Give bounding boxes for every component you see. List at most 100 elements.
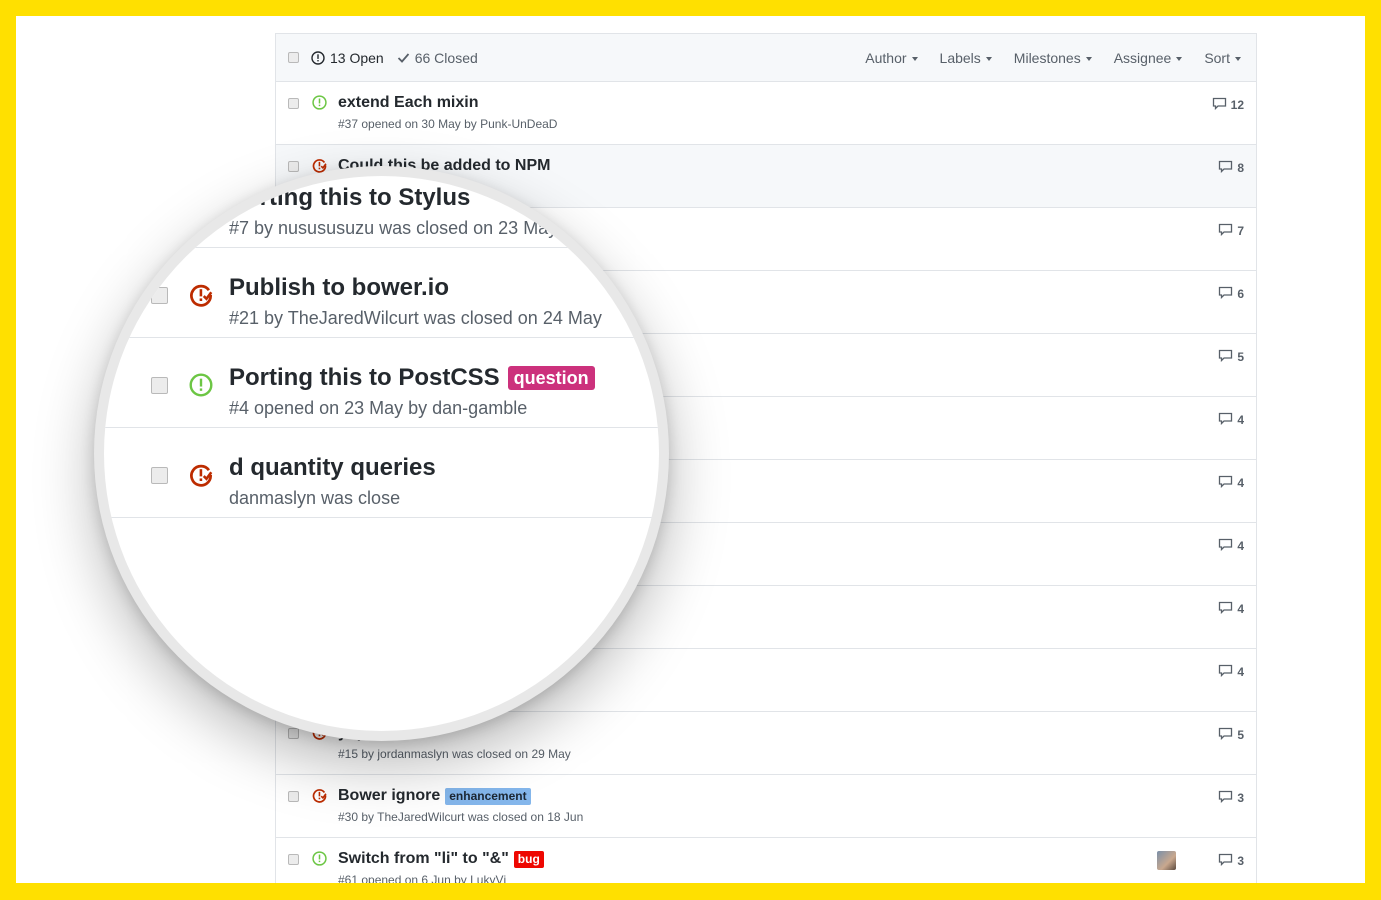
- comment-count-value: 6: [1237, 287, 1244, 301]
- issue-checkbox[interactable]: [288, 854, 299, 865]
- issue-opened-icon: [312, 851, 327, 871]
- select-all-checkbox[interactable]: [288, 52, 299, 63]
- comment-icon: [1218, 223, 1233, 239]
- milestones-filter[interactable]: Milestones: [1014, 50, 1092, 66]
- issue-checkbox[interactable]: [151, 377, 168, 394]
- closed-count: 66 Closed: [414, 49, 478, 66]
- issue-closed-icon: [189, 463, 213, 492]
- issue-label[interactable]: bug: [513, 850, 544, 868]
- magnifier-view: ite testsenhancement#38 by HugoGiraudel …: [104, 176, 659, 731]
- issue-closed-icon: [189, 283, 213, 312]
- closed-filter[interactable]: 66 Closed: [397, 50, 478, 66]
- comment-count[interactable]: 3: [1218, 790, 1244, 806]
- issue-row: extend Each mixin #37 opened on 30 May by…: [276, 82, 1256, 145]
- magnified-issue-row: Publish to bower.io #21 by TheJaredWilcur…: [104, 248, 659, 338]
- magnified-issue-row: Porting this to PostCSS question #4 opened…: [104, 338, 659, 428]
- comment-icon: [1218, 349, 1233, 365]
- comment-count[interactable]: 6: [1218, 286, 1244, 302]
- issue-title-line: Porting this to Stylus: [229, 184, 470, 212]
- comment-count-value: 4: [1237, 602, 1244, 616]
- issue-opened-icon: [312, 95, 327, 115]
- comment-count[interactable]: 3: [1218, 853, 1244, 869]
- magnified-issue-row: Porting this to Stylus #7 by nusususuzu w…: [104, 176, 659, 248]
- assignee-filter[interactable]: Assignee: [1114, 50, 1183, 66]
- magnifier-lens: ite testsenhancement#38 by HugoGiraudel …: [94, 166, 669, 741]
- issue-meta: #30 by TheJaredWilcurt was closed on 18 …: [338, 810, 584, 824]
- comment-icon: [1218, 412, 1233, 428]
- comment-count-value: 4: [1237, 413, 1244, 427]
- assignee-avatar[interactable]: [1157, 851, 1176, 870]
- comment-icon: [1218, 160, 1233, 176]
- open-filter[interactable]: 13 Open: [311, 50, 384, 66]
- comment-count-value: 4: [1237, 665, 1244, 679]
- issue-title-line: Switch from "li" to "&" bug: [338, 850, 544, 868]
- comment-count-value: 3: [1237, 854, 1244, 868]
- filter-menus: Author Labels Milestones Assignee Sort: [865, 50, 1241, 66]
- issue-title-line: d quantity queries: [229, 454, 436, 482]
- issue-title-line: extend Each mixin: [338, 94, 479, 112]
- issue-title-line: Porting this to PostCSS question: [229, 364, 595, 392]
- comment-count[interactable]: 4: [1218, 475, 1244, 491]
- magnified-issue-row: d quantity queries danmaslyn was close: [104, 428, 659, 518]
- issue-label[interactable]: enhancement: [445, 787, 531, 805]
- issue-meta: #37 opened on 30 May by Punk-UnDeaD: [338, 117, 558, 131]
- comment-count[interactable]: 4: [1218, 538, 1244, 554]
- comment-icon: [1218, 853, 1233, 869]
- issue-row: Switch from "li" to "&" bug #61 opened on …: [276, 838, 1256, 883]
- sort-filter[interactable]: Sort: [1204, 50, 1241, 66]
- issue-title[interactable]: extend Each mixin: [338, 94, 479, 112]
- comment-icon: [1218, 286, 1233, 302]
- issue-title-line: Bower ignore enhancement: [338, 787, 531, 805]
- issue-title[interactable]: Publish to bower.io: [229, 274, 449, 302]
- issue-closed-icon: [312, 788, 327, 808]
- issue-meta: #7 by nusususuzu was closed on 23 May: [229, 218, 558, 238]
- issue-title[interactable]: Switch from "li" to "&": [338, 850, 509, 868]
- issue-title[interactable]: Porting this to PostCSS: [229, 364, 500, 392]
- issue-title[interactable]: d quantity queries: [229, 454, 436, 482]
- issues-header: 13 Open 66 Closed Author Labels Mileston…: [276, 34, 1256, 82]
- issue-label[interactable]: question: [507, 366, 595, 390]
- comment-count-value: 12: [1230, 98, 1244, 112]
- comment-count-value: 5: [1237, 350, 1244, 364]
- issue-title[interactable]: Porting this to Stylus: [229, 184, 470, 212]
- comment-count[interactable]: 4: [1218, 412, 1244, 428]
- comment-icon: [1218, 475, 1233, 491]
- comment-count-value: 8: [1237, 161, 1244, 175]
- comment-count-value: 4: [1237, 476, 1244, 490]
- author-filter[interactable]: Author: [865, 50, 917, 66]
- comment-icon: [1218, 601, 1233, 617]
- comment-icon: [1218, 664, 1233, 680]
- issue-meta: #4 opened on 23 May by dan-gamble: [229, 398, 528, 418]
- comment-count-value: 3: [1237, 791, 1244, 805]
- comment-count-value: 5: [1237, 728, 1244, 742]
- comment-count[interactable]: 12: [1212, 97, 1244, 113]
- labels-filter[interactable]: Labels: [940, 50, 992, 66]
- comment-icon: [1212, 97, 1227, 113]
- comment-icon: [1218, 538, 1233, 554]
- comment-count-value: 4: [1237, 539, 1244, 553]
- comment-icon: [1218, 790, 1233, 806]
- issue-checkbox[interactable]: [288, 98, 299, 109]
- open-count: 13 Open: [330, 49, 384, 66]
- issue-row: Bower ignore enhancement #30 by TheJaredWi…: [276, 775, 1256, 838]
- comment-count-value: 7: [1237, 224, 1244, 238]
- comment-count[interactable]: 7: [1218, 223, 1244, 239]
- issue-checkbox[interactable]: [151, 197, 168, 214]
- issue-title[interactable]: Bower ignore: [338, 787, 440, 805]
- issue-checkbox[interactable]: [288, 791, 299, 802]
- comment-count[interactable]: 4: [1218, 664, 1244, 680]
- comment-icon: [1218, 727, 1233, 743]
- issue-opened-icon: [311, 50, 325, 65]
- comment-count[interactable]: 5: [1218, 349, 1244, 365]
- comment-count[interactable]: 5: [1218, 727, 1244, 743]
- issue-checkbox[interactable]: [151, 287, 168, 304]
- issue-meta: #15 by jordanmaslyn was closed on 29 May: [338, 747, 571, 761]
- comment-count[interactable]: 8: [1218, 160, 1244, 176]
- check-icon: [397, 53, 409, 63]
- issue-closed-icon: [189, 193, 213, 222]
- issue-checkbox[interactable]: [288, 728, 299, 739]
- issue-meta: #21 by TheJaredWilcurt was closed on 24 …: [229, 308, 602, 328]
- comment-count[interactable]: 4: [1218, 601, 1244, 617]
- issue-checkbox[interactable]: [288, 161, 299, 172]
- issue-checkbox[interactable]: [151, 467, 168, 484]
